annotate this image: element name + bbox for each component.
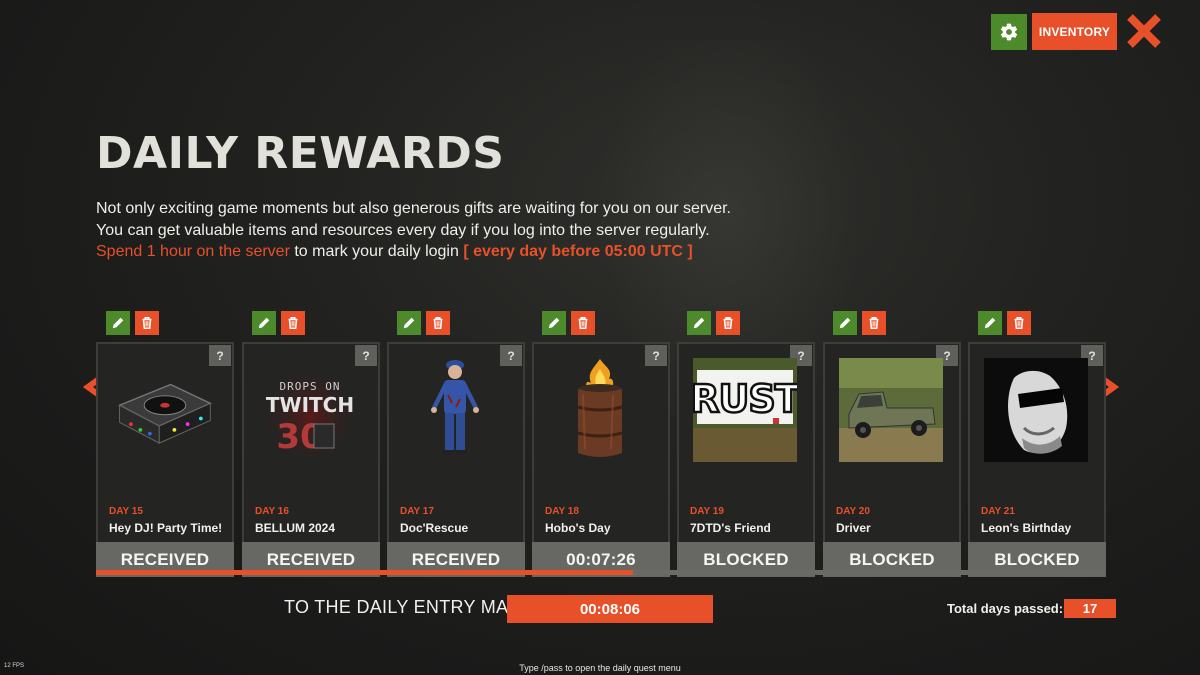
pencil-icon	[403, 317, 415, 329]
reward-card-day-21: ? DAY 21 Leon's Birthday BLOCKED	[968, 311, 1106, 577]
delete-button[interactable]	[1007, 311, 1031, 335]
admin-controls	[542, 311, 595, 335]
description: Not only exciting game moments but also …	[96, 198, 731, 263]
edit-button[interactable]	[252, 311, 276, 335]
trash-icon	[142, 316, 152, 330]
pencil-icon	[112, 317, 124, 329]
pencil-icon	[693, 317, 705, 329]
description-line-3-text: to mark your daily login	[289, 243, 464, 260]
admin-controls	[833, 311, 886, 335]
reward-card-body[interactable]: ? DAY 15 Hey DJ! Party Time! RECEIVED	[96, 342, 234, 577]
delete-button[interactable]	[426, 311, 450, 335]
entry-mark-label: TO THE DAILY ENTRY MARK:	[284, 597, 540, 617]
doctor-figure-icon	[403, 358, 507, 462]
inventory-button[interactable]: INVENTORY	[1032, 13, 1117, 50]
delete-button[interactable]	[571, 311, 595, 335]
reward-name: Doc'Rescue	[400, 521, 469, 535]
reward-card-day-17: ? DAY 17 Doc'Rescue RECEIVED	[387, 311, 525, 577]
close-button[interactable]	[1125, 12, 1163, 50]
delete-button[interactable]	[862, 311, 886, 335]
trash-icon	[578, 316, 588, 330]
reward-name: Hobo's Day	[545, 521, 611, 535]
reward-name: BELLUM 2024	[255, 521, 336, 535]
edit-button[interactable]	[978, 311, 1002, 335]
reward-card-day-20: ? DAY 20 Driver BLOCKED	[823, 311, 961, 577]
drops-on-twitch-icon: DROPS ON TWITCH 30	[258, 358, 362, 462]
deadline-note: [ every day before 05:00 UTC ]	[463, 243, 693, 260]
reward-card-day-16: ? DROPS ON TWITCH 30 DAY 16 BELLUM 2024 …	[242, 311, 380, 577]
reward-card-day-15: ? DAY 15 Hey DJ! Party Time! RECEIVED	[96, 311, 234, 577]
leon-portrait-icon	[984, 358, 1088, 462]
gear-icon	[1000, 23, 1018, 41]
trash-icon	[1014, 316, 1024, 330]
admin-controls	[106, 311, 159, 335]
edit-button[interactable]	[833, 311, 857, 335]
reward-day: DAY 19	[690, 506, 724, 517]
reward-card-body[interactable]: ? DROPS ON TWITCH 30 DAY 16 BELLUM 2024 …	[242, 342, 380, 577]
reward-day: DAY 16	[255, 506, 289, 517]
pencil-icon	[548, 317, 560, 329]
reward-card-body[interactable]: ? DAY 21 Leon's Birthday BLOCKED	[968, 342, 1106, 577]
reward-day: DAY 18	[545, 506, 579, 517]
reward-name: Hey DJ! Party Time!	[109, 521, 223, 535]
settings-button[interactable]	[991, 14, 1027, 50]
admin-controls	[978, 311, 1031, 335]
admin-controls	[397, 311, 450, 335]
pencil-icon	[258, 317, 270, 329]
rust-sign-text: RUST	[693, 377, 797, 421]
fire-barrel-icon	[548, 358, 652, 462]
close-x-icon	[1127, 14, 1161, 48]
reward-card-body[interactable]: ? DAY 18 Hobo's Day 00:07:26	[532, 342, 670, 577]
reward-card-body[interactable]: ? RUST DAY 19 7DTD's Friend BLOCKED	[677, 342, 815, 577]
trash-icon	[288, 316, 298, 330]
reward-card-day-19: ? RUST DAY 19 7DTD's Friend BLOCKED	[677, 311, 815, 577]
reward-card-body[interactable]: ? DAY 17 Doc'Rescue RECEIVED	[387, 342, 525, 577]
entry-mark-timer: 00:08:06	[507, 595, 713, 623]
delete-button[interactable]	[135, 311, 159, 335]
trash-icon	[433, 316, 443, 330]
reward-day: DAY 17	[400, 506, 434, 517]
total-days-value: 17	[1064, 599, 1116, 618]
play-time-requirement: Spend 1 hour on the server	[96, 243, 290, 260]
delete-button[interactable]	[281, 311, 305, 335]
rust-sign-icon: RUST	[693, 358, 797, 462]
twitch-text: TWITCH	[266, 393, 354, 417]
reward-day: DAY 15	[109, 506, 143, 517]
reward-card-body[interactable]: ? DAY 20 Driver BLOCKED	[823, 342, 961, 577]
admin-controls	[687, 311, 740, 335]
drops-on-text: DROPS ON	[280, 380, 341, 393]
total-days-label: Total days passed:	[947, 601, 1064, 616]
reward-day: DAY 21	[981, 506, 1015, 517]
dj-box-icon	[112, 358, 216, 462]
admin-controls	[252, 311, 305, 335]
description-line-3: Spend 1 hour on the server to mark your …	[96, 241, 731, 263]
trash-icon	[869, 316, 879, 330]
page-title: DAILY REWARDS	[96, 128, 505, 179]
reward-name: Driver	[836, 521, 871, 535]
reward-name: 7DTD's Friend	[690, 521, 771, 535]
edit-button[interactable]	[542, 311, 566, 335]
daily-progress-bar	[96, 570, 1105, 575]
description-line-2: You can get valuable items and resources…	[96, 221, 710, 239]
trash-icon	[723, 316, 733, 330]
edit-button[interactable]	[397, 311, 421, 335]
pencil-icon	[984, 317, 996, 329]
edit-button[interactable]	[106, 311, 130, 335]
pencil-icon	[839, 317, 851, 329]
delete-button[interactable]	[716, 311, 740, 335]
daily-progress-fill	[96, 570, 633, 575]
reward-day: DAY 20	[836, 506, 870, 517]
truck-icon	[839, 358, 943, 462]
reward-name: Leon's Birthday	[981, 521, 1072, 535]
quest-menu-hint: Type /pass to open the daily quest menu	[519, 663, 681, 673]
reward-card-day-18: ? DAY 18 Hobo's Day 00:07:26	[532, 311, 670, 577]
edit-button[interactable]	[687, 311, 711, 335]
description-line-1: Not only exciting game moments but also …	[96, 200, 731, 217]
